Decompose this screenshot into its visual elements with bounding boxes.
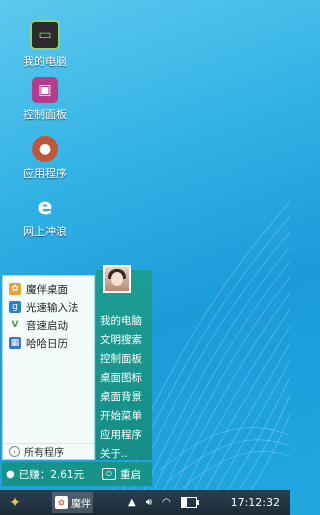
menu-item-control-panel[interactable]: 控制面板 [100, 350, 142, 369]
flower-icon: ✿ [55, 496, 68, 509]
start-menu-bottom-bar: ● 已赚：2.61元 ⏻ 重启 [2, 462, 152, 486]
arrow-right-icon: › [9, 446, 20, 457]
earnings-text: 已赚：2.61元 [18, 468, 85, 481]
calendar-icon: ▦ [9, 337, 21, 349]
app-item-label: 光速输入法 [26, 301, 79, 314]
start-button[interactable]: ✦ [0, 490, 30, 515]
app-item-moban-desktop[interactable]: ✿ 魔伴桌面 [3, 280, 94, 298]
desktop-icon-label: 应用程序 [23, 167, 67, 180]
taskbar-item-label: 魔伴 [71, 499, 91, 510]
desktop-icon-applications[interactable]: ● 应用程序 [10, 136, 80, 181]
start-menu-right-panel: 我的电脑 文明搜索 控制面板 桌面图标 桌面背景 开始菜单 应用程序 关于.. [96, 265, 152, 460]
all-programs-button[interactable]: › 所有程序 [3, 443, 94, 459]
clock: 17:12:32 [230, 496, 280, 509]
system-tray: ▲ 🔊︎ ◠ [128, 490, 209, 515]
desktop-icon-internet[interactable]: e 网上冲浪 [10, 194, 80, 239]
battery-icon [180, 497, 199, 508]
chevron-up-icon[interactable]: ▲ [128, 497, 136, 508]
computer-icon: ▭ [30, 20, 60, 50]
power-icon: ⏻ [102, 468, 116, 480]
taskbar: ✦ ✿ 魔伴 ▲ 🔊︎ ◠ 17:12:32 [0, 490, 290, 515]
menu-item-applications[interactable]: 应用程序 [100, 426, 142, 445]
menu-item-desktop-icons[interactable]: 桌面图标 [100, 369, 142, 388]
start-menu: ✿ 魔伴桌面 g 光速输入法 V 音速启动 ▦ 哈哈日历 › 所有程序 我的电脑… [2, 265, 152, 490]
start-logo-icon: ✦ [9, 494, 21, 511]
v-launch-icon: V [9, 319, 21, 331]
all-programs-label: 所有程序 [24, 448, 64, 459]
app-item-input-method[interactable]: g 光速输入法 [3, 298, 94, 316]
app-item-label: 魔伴桌面 [26, 283, 68, 296]
restart-button[interactable]: ⏻ 重启 [100, 467, 141, 482]
desktop-icon-label: 控制面板 [23, 108, 67, 121]
restart-label: 重启 [120, 468, 141, 481]
money-bag-icon: ● [6, 468, 15, 480]
volume-icon[interactable]: 🔊︎ [146, 497, 152, 508]
start-menu-links: 我的电脑 文明搜索 控制面板 桌面图标 桌面背景 开始菜单 应用程序 关于.. [100, 312, 142, 464]
desktop-icon-control-panel[interactable]: ▣ 控制面板 [10, 77, 80, 122]
wifi-icon[interactable]: ◠ [162, 497, 171, 508]
taskbar-item-moban[interactable]: ✿ 魔伴 [52, 492, 93, 513]
menu-item-search[interactable]: 文明搜索 [100, 331, 142, 350]
flower-icon: ✿ [9, 283, 21, 295]
avatar[interactable] [103, 265, 131, 293]
desktop-icon-label: 网上冲浪 [23, 225, 67, 238]
desktop-icon-my-computer[interactable]: ▭ 我的电脑 [10, 20, 80, 69]
app-item-calendar[interactable]: ▦ 哈哈日历 [3, 334, 94, 352]
earnings-display: ● 已赚：2.61元 [2, 467, 100, 482]
internet-explorer-icon: e [37, 194, 53, 220]
desktop-icon-label: 我的电脑 [23, 55, 67, 68]
menu-item-desktop-background[interactable]: 桌面背景 [100, 388, 142, 407]
menu-item-my-computer[interactable]: 我的电脑 [100, 312, 142, 331]
menu-item-start-menu[interactable]: 开始菜单 [100, 407, 142, 426]
app-item-label: 音速启动 [26, 319, 68, 332]
g-keyboard-icon: g [9, 301, 21, 313]
start-menu-app-list: ✿ 魔伴桌面 g 光速输入法 V 音速启动 ▦ 哈哈日历 › 所有程序 [2, 275, 95, 460]
app-item-label: 哈哈日历 [26, 337, 68, 350]
bear-app-icon: ● [32, 136, 58, 162]
control-panel-icon: ▣ [32, 77, 58, 103]
app-item-quick-launch[interactable]: V 音速启动 [3, 316, 94, 334]
